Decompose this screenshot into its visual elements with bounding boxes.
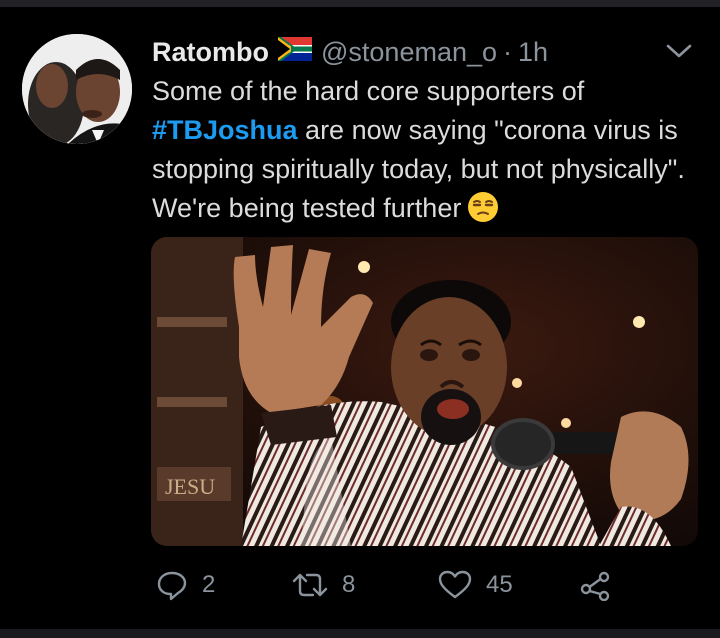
south-africa-flag-icon [278,36,312,68]
heart-icon [438,570,472,599]
bottom-divider [0,629,720,638]
tweet-text: Some of the hard core supporters of #TBJ… [152,72,712,228]
tweet-actions: 2 8 45 [152,566,672,604]
separator-dot: · [503,36,513,67]
like-count: 45 [486,571,513,598]
chevron-down-icon[interactable] [664,40,694,62]
unamused-face-icon [467,191,499,223]
tweet-text-start: Some of the hard core supporters of [152,76,585,106]
tweet-media-image[interactable]: JESU [151,237,698,546]
avatar[interactable] [22,34,132,144]
author-handle[interactable]: @stoneman_o [321,37,497,68]
top-divider [0,0,720,7]
media-sign-text: JESU [165,474,215,499]
reply-button[interactable]: 2 [156,566,215,604]
author-name[interactable]: Ratombo [152,37,269,68]
tweet-header: Ratombo @stoneman_o · 1h [152,32,548,72]
reply-icon [157,571,187,601]
retweet-button[interactable]: 8 [292,566,355,604]
tweet-time[interactable]: 1h [518,37,548,68]
retweet-count: 8 [342,571,356,598]
share-icon [580,571,610,601]
like-button[interactable]: 45 [438,566,513,604]
reply-count: 2 [202,571,216,598]
share-button[interactable] [580,566,626,604]
retweet-icon [292,573,328,597]
hashtag-link[interactable]: #TBJoshua [152,115,298,145]
